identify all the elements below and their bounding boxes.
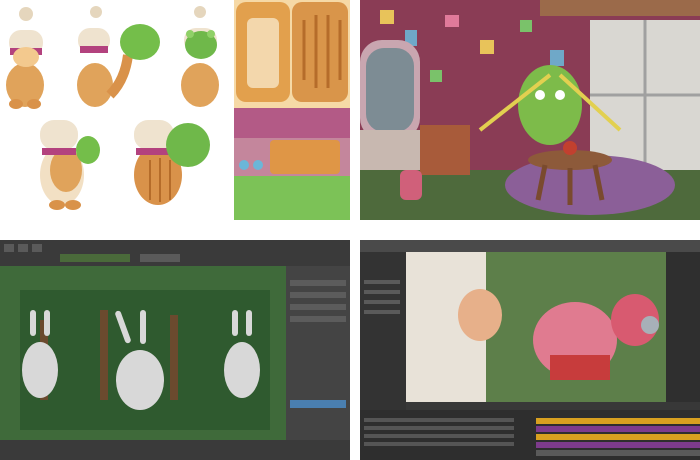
room-scene-panel [360, 0, 700, 220]
maya-viewport-art [0, 240, 350, 460]
room-scene-art [360, 0, 700, 220]
texture-paw [270, 140, 340, 174]
character-rear-three-quarter-view [134, 120, 210, 205]
selected-attribute[interactable] [290, 400, 346, 408]
texture-scarf [234, 108, 350, 138]
timeline-layer[interactable] [536, 418, 700, 424]
compositing-editor-panel [360, 240, 700, 460]
timeline-layer[interactable] [536, 434, 700, 440]
compositing-editor-art [360, 240, 700, 460]
maya-toolbar[interactable] [0, 240, 350, 266]
timeline-layer[interactable] [536, 450, 700, 456]
effects-panel[interactable] [666, 252, 700, 402]
texture-leaves [234, 176, 350, 220]
character-turnaround-panel [0, 0, 350, 220]
character-back-view [181, 6, 219, 107]
texture-eye-right [253, 160, 263, 170]
character-turnaround-art [6, 0, 350, 220]
shelf-top [540, 0, 700, 16]
timeline-layer[interactable] [536, 426, 700, 432]
timeline-layer[interactable] [536, 442, 700, 448]
timeline[interactable] [0, 440, 350, 460]
maya-viewport-panel [0, 240, 350, 460]
character-side-view [77, 6, 160, 107]
drum-stool [400, 170, 422, 200]
character-front-view [6, 7, 44, 109]
editor-menu-bar[interactable] [360, 240, 700, 252]
texture-eye-left [239, 160, 249, 170]
apple [563, 141, 577, 155]
texture-belly [247, 18, 279, 88]
character-three-quarter-view [40, 120, 100, 210]
project-panel[interactable] [360, 252, 406, 410]
side-table [420, 125, 470, 175]
